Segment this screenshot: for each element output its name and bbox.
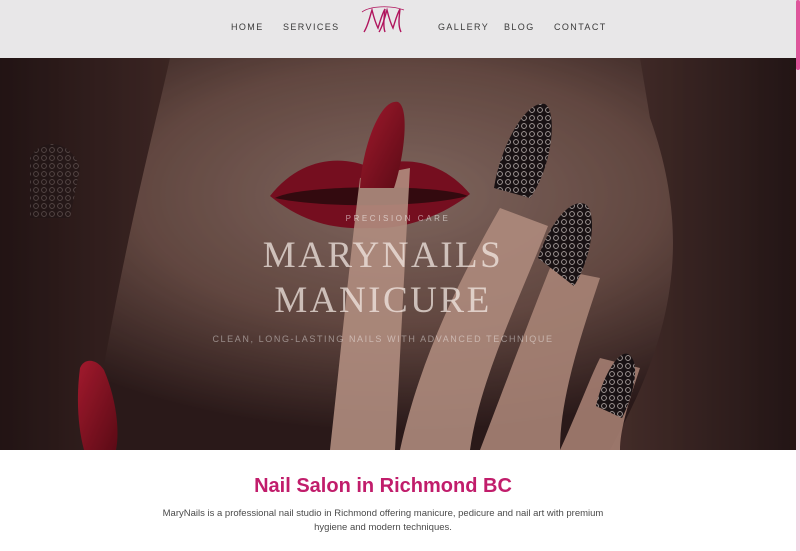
hero-title-line1: MARYNAILS [262, 235, 504, 276]
scrollbar-thumb[interactable] [796, 0, 800, 70]
intro-paragraph: MaryNails is a professional nail studio … [162, 508, 604, 533]
nav-blog[interactable]: BLOG [504, 22, 535, 32]
nav-gallery[interactable]: GALLERY [438, 22, 489, 32]
nav-contact[interactable]: CONTACT [554, 22, 607, 32]
page-scrollbar[interactable] [796, 0, 800, 551]
nav-services[interactable]: SERVICES [283, 22, 340, 32]
brand-logo[interactable] [360, 4, 406, 38]
site-header: HOME SERVICES GALLERY BLOG CONTACT [0, 0, 796, 58]
hero-banner: PRECISION CARE MARYNAILS MANICURE CLEAN,… [0, 58, 796, 450]
intro-heading: Nail Salon in Richmond BC [254, 475, 512, 497]
nav-home[interactable]: HOME [231, 22, 264, 32]
hero-subtitle: CLEAN, LONG-LASTING NAILS WITH ADVANCED … [212, 334, 554, 344]
hero-kicker: PRECISION CARE [345, 214, 451, 223]
hero-title-line2: MANICURE [274, 280, 492, 321]
